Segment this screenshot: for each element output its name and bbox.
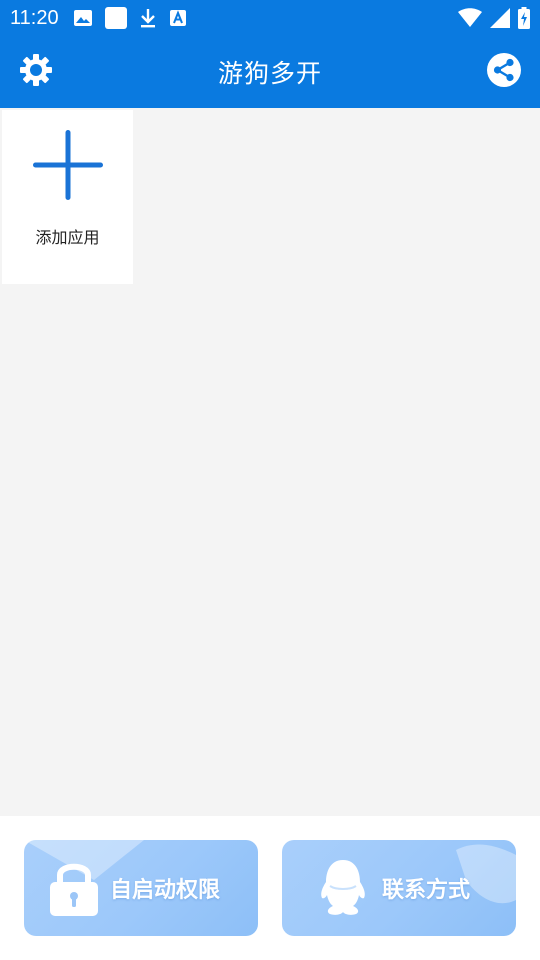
page-title: 游狗多开 bbox=[217, 59, 322, 88]
contact-button[interactable]: 联系方式 bbox=[282, 840, 516, 936]
contact-label: 联系方式 bbox=[382, 878, 471, 903]
status-time: 11:20 bbox=[10, 6, 59, 29]
qq-penguin-icon bbox=[316, 858, 370, 922]
download-icon bbox=[139, 8, 157, 28]
lock-icon bbox=[48, 858, 100, 922]
wifi-icon bbox=[458, 8, 482, 28]
autostart-permission-label: 自启动权限 bbox=[110, 878, 221, 903]
add-app-tile[interactable]: 添加应用 bbox=[2, 110, 133, 284]
status-bar: 11:20 bbox=[0, 0, 540, 36]
image-icon bbox=[73, 9, 93, 27]
blank-square-icon bbox=[104, 7, 127, 29]
add-app-label: 添加应用 bbox=[35, 228, 100, 247]
share-button[interactable] bbox=[486, 53, 522, 91]
settings-button[interactable] bbox=[18, 54, 54, 90]
battery-charging-icon bbox=[518, 7, 530, 29]
app-bar: 游狗多开 bbox=[0, 36, 540, 108]
app-grid: 添加应用 bbox=[2, 110, 133, 284]
text-a-icon bbox=[169, 9, 187, 27]
signal-icon bbox=[490, 8, 510, 28]
bottom-bar: 自启动权限 联系方式 bbox=[0, 816, 540, 960]
plus-icon bbox=[32, 130, 103, 204]
autostart-permission-button[interactable]: 自启动权限 bbox=[24, 840, 258, 936]
gear-icon bbox=[19, 53, 53, 91]
status-icons-left bbox=[73, 7, 187, 29]
share-icon bbox=[487, 53, 521, 91]
status-icons-right bbox=[458, 7, 530, 29]
